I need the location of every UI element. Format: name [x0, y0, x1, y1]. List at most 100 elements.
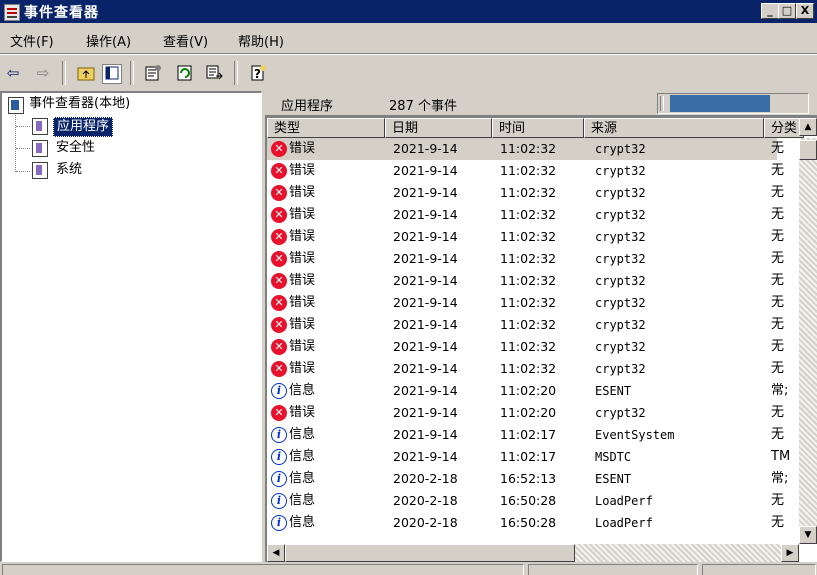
event-source: crypt32 — [595, 318, 646, 332]
event-time: 11:02:32 — [500, 163, 557, 178]
event-source: EventSystem — [595, 428, 675, 442]
event-row[interactable]: ✕ 错误 2021-9-14 11:02:32 crypt32 无 — [267, 314, 784, 336]
export-list-icon[interactable] — [206, 64, 224, 82]
event-category: TM — [771, 449, 791, 464]
event-type: 错误 — [289, 207, 316, 222]
event-row[interactable]: ✕ 错误 2021-9-14 11:02:32 crypt32 无 — [267, 226, 784, 248]
scroll-right-button[interactable]: ▶ — [781, 544, 799, 562]
scroll-down-button[interactable]: ▼ — [799, 526, 817, 544]
forward-arrow-icon[interactable]: ⇨ — [34, 64, 52, 82]
menu-view[interactable]: 查看(V) — [163, 31, 208, 50]
event-date: 2021-9-14 — [393, 361, 458, 376]
event-type: 错误 — [289, 163, 316, 178]
maximize-button[interactable]: □ — [778, 3, 796, 19]
event-row[interactable]: ✕ 错误 2021-9-14 11:02:32 crypt32 无 — [267, 358, 784, 380]
event-count: 287 个事件 — [389, 99, 457, 114]
menu-action[interactable]: 操作(A) — [86, 31, 131, 50]
event-type: 错误 — [289, 229, 316, 244]
minimize-button[interactable]: _ — [761, 3, 779, 19]
event-source: crypt32 — [595, 164, 646, 178]
event-row[interactable]: ✕ 错误 2021-9-14 11:02:32 crypt32 无 — [267, 160, 784, 182]
hscroll-thumb[interactable] — [285, 544, 575, 562]
status-segment — [2, 564, 524, 575]
event-time: 11:02:32 — [500, 339, 557, 354]
event-time: 11:02:20 — [500, 383, 557, 398]
event-row[interactable]: i 信息 2020-2-18 16:52:13 ESENT 常; — [267, 468, 788, 490]
scroll-up-button[interactable]: ▲ — [799, 118, 817, 136]
error-icon: ✕ — [271, 163, 287, 179]
event-date: 2021-9-14 — [393, 405, 458, 420]
log-icon — [32, 140, 48, 157]
column-source[interactable]: 来源 — [584, 118, 764, 138]
event-category: 无 — [771, 405, 785, 420]
event-time: 16:50:28 — [500, 493, 557, 508]
event-row[interactable]: ✕ 错误 2021-9-14 11:02:32 crypt32 无 — [267, 336, 784, 358]
up-folder-icon[interactable] — [77, 64, 95, 82]
event-row[interactable]: ✕ 错误 2021-9-14 11:02:32 crypt32 无 — [267, 292, 784, 314]
event-viewer-app-icon[interactable] — [4, 4, 20, 21]
error-icon: ✕ — [271, 317, 287, 333]
event-source: crypt32 — [595, 252, 646, 266]
event-source: MSDTC — [595, 450, 632, 464]
event-row[interactable]: ✕ 错误 2021-9-14 11:02:32 crypt32 无 — [267, 204, 784, 226]
log-icon — [32, 118, 48, 135]
event-category: 无 — [771, 251, 785, 266]
event-category: 无 — [771, 141, 785, 156]
event-row[interactable]: i 信息 2020-2-18 16:50:28 LoadPerf 无 — [267, 512, 784, 534]
event-row[interactable]: ✕ 错误 2021-9-14 11:02:32 crypt32 无 — [267, 270, 784, 292]
column-type[interactable]: 类型 — [267, 118, 385, 138]
event-date: 2021-9-14 — [393, 141, 458, 156]
progress-fill — [670, 95, 770, 112]
column-time[interactable]: 时间 — [492, 118, 584, 138]
event-row[interactable]: i 信息 2020-2-18 16:50:28 LoadPerf 无 — [267, 490, 784, 512]
event-row[interactable]: ✕ 错误 2021-9-14 11:02:32 crypt32 无 — [267, 138, 784, 160]
error-icon: ✕ — [271, 405, 287, 421]
status-segment — [528, 564, 698, 575]
menu-help[interactable]: 帮助(H) — [238, 31, 284, 50]
toolbar-separator — [234, 61, 238, 85]
event-row[interactable]: ✕ 错误 2021-9-14 11:02:20 crypt32 无 — [267, 402, 784, 424]
back-arrow-icon[interactable]: ⇦ — [4, 64, 22, 82]
close-button[interactable]: X — [796, 3, 814, 19]
event-date: 2020-2-18 — [393, 471, 458, 486]
event-type: 错误 — [289, 273, 316, 288]
column-category[interactable]: 分类 — [764, 118, 804, 138]
tree-item-application[interactable]: 应用程序 — [53, 117, 114, 137]
results-header: 应用程序 287 个事件 — [265, 91, 817, 116]
help-icon[interactable]: ? — [249, 64, 267, 82]
horizontal-scrollbar[interactable]: ◀ ▶ — [267, 544, 799, 562]
console-tree: 事件查看器(本地) 应用程序 安全性 系统 — [0, 91, 262, 562]
tree-item-system[interactable]: 系统 — [56, 161, 82, 179]
event-date: 2020-2-18 — [393, 515, 458, 530]
event-source: ESENT — [595, 472, 632, 486]
event-source: LoadPerf — [595, 494, 653, 508]
tree-item-security[interactable]: 安全性 — [56, 139, 95, 157]
vertical-scrollbar[interactable]: ▲ ▼ — [799, 118, 817, 544]
error-icon: ✕ — [271, 273, 287, 289]
event-row[interactable]: i 信息 2021-9-14 11:02:20 ESENT 常; — [267, 380, 788, 402]
error-icon: ✕ — [271, 229, 287, 245]
event-time: 11:02:32 — [500, 317, 557, 332]
svg-text:?: ? — [254, 67, 261, 81]
event-type: 错误 — [289, 339, 316, 354]
refresh-icon[interactable] — [176, 64, 194, 82]
tree-root-label[interactable]: 事件查看器(本地) — [29, 95, 130, 113]
event-date: 2021-9-14 — [393, 185, 458, 200]
event-row[interactable]: i 信息 2021-9-14 11:02:17 EventSystem 无 — [267, 424, 784, 446]
event-row[interactable]: ✕ 错误 2021-9-14 11:02:32 crypt32 无 — [267, 248, 784, 270]
event-date: 2020-2-18 — [393, 493, 458, 508]
info-icon: i — [271, 493, 287, 509]
column-date[interactable]: 日期 — [385, 118, 492, 138]
event-type: 信息 — [289, 427, 316, 442]
event-time: 16:50:28 — [500, 515, 557, 530]
event-category: 无 — [771, 339, 785, 354]
properties-icon[interactable] — [144, 64, 162, 82]
event-source: crypt32 — [595, 362, 646, 376]
show-hide-tree-icon[interactable] — [102, 64, 122, 84]
scroll-left-button[interactable]: ◀ — [267, 544, 285, 562]
status-bar — [0, 562, 817, 575]
event-row[interactable]: ✕ 错误 2021-9-14 11:02:32 crypt32 无 — [267, 182, 784, 204]
menu-file[interactable]: 文件(F) — [10, 31, 54, 50]
scroll-thumb[interactable] — [799, 140, 817, 160]
event-row[interactable]: i 信息 2021-9-14 11:02:17 MSDTC TM — [267, 446, 790, 468]
